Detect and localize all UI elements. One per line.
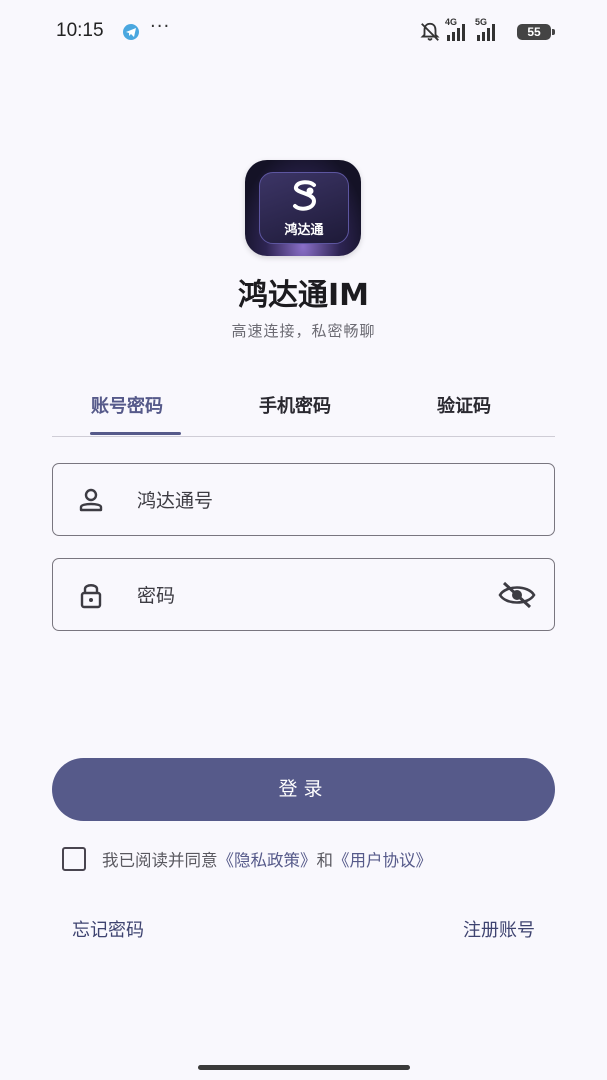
active-tab-indicator bbox=[90, 432, 181, 435]
status-time: 10:15 bbox=[56, 20, 104, 41]
privacy-policy-link[interactable]: 《隐私政策》 bbox=[218, 851, 317, 870]
tab-verification-code[interactable]: 验证码 bbox=[437, 392, 491, 418]
agreement-and: 和 bbox=[316, 851, 334, 870]
eye-off-icon[interactable] bbox=[498, 581, 536, 609]
status-icons: 4G 5G 55 bbox=[419, 17, 555, 44]
password-input-placeholder[interactable]: 密码 bbox=[137, 581, 175, 608]
status-bar: 10:15 ··· 4G 5G 55 bbox=[0, 0, 607, 64]
logo-text: 鸿达通 bbox=[284, 223, 324, 238]
tab-phone-password[interactable]: 手机密码 bbox=[259, 392, 331, 418]
network-type-4g: 4G bbox=[445, 17, 458, 27]
forgot-password-link[interactable]: 忘记密码 bbox=[72, 916, 144, 942]
home-indicator[interactable] bbox=[198, 1065, 410, 1070]
app-logo: 鸿达通 bbox=[245, 160, 361, 256]
account-field[interactable]: 鸿达通号 bbox=[52, 463, 555, 536]
network-type-5g: 5G bbox=[475, 17, 488, 27]
user-agreement-link[interactable]: 《用户协议》 bbox=[333, 851, 432, 870]
more-notifications-icon: ··· bbox=[150, 16, 171, 37]
bell-off-icon bbox=[420, 22, 440, 41]
password-field[interactable]: 密码 bbox=[52, 558, 555, 631]
logo-badge: 鸿达通 bbox=[259, 172, 349, 244]
signal-icon: 4G bbox=[445, 17, 471, 41]
agreement-text: 我已阅读并同意《隐私政策》和《用户协议》 bbox=[102, 847, 432, 871]
agreement-prefix: 我已阅读并同意 bbox=[102, 851, 218, 870]
battery-icon: 55 bbox=[517, 24, 555, 40]
person-icon bbox=[79, 488, 103, 512]
app-title: 鸿达通IM bbox=[237, 278, 369, 313]
register-account-link[interactable]: 注册账号 bbox=[463, 916, 535, 942]
agreement-row: 我已阅读并同意《隐私政策》和《用户协议》 bbox=[62, 845, 432, 873]
login-tabs: 账号密码 手机密码 验证码 bbox=[52, 388, 555, 437]
signal-icon: 5G bbox=[475, 17, 511, 41]
telegram-icon bbox=[123, 24, 139, 40]
account-input-placeholder[interactable]: 鸿达通号 bbox=[137, 486, 213, 513]
lock-icon bbox=[80, 584, 102, 609]
logo-s-icon bbox=[293, 180, 317, 211]
tab-account-password[interactable]: 账号密码 bbox=[91, 392, 163, 418]
agreement-checkbox[interactable] bbox=[62, 847, 86, 871]
login-button[interactable]: 登录 bbox=[52, 758, 555, 821]
app-subtitle: 高速连接，私密畅聊 bbox=[231, 322, 376, 340]
